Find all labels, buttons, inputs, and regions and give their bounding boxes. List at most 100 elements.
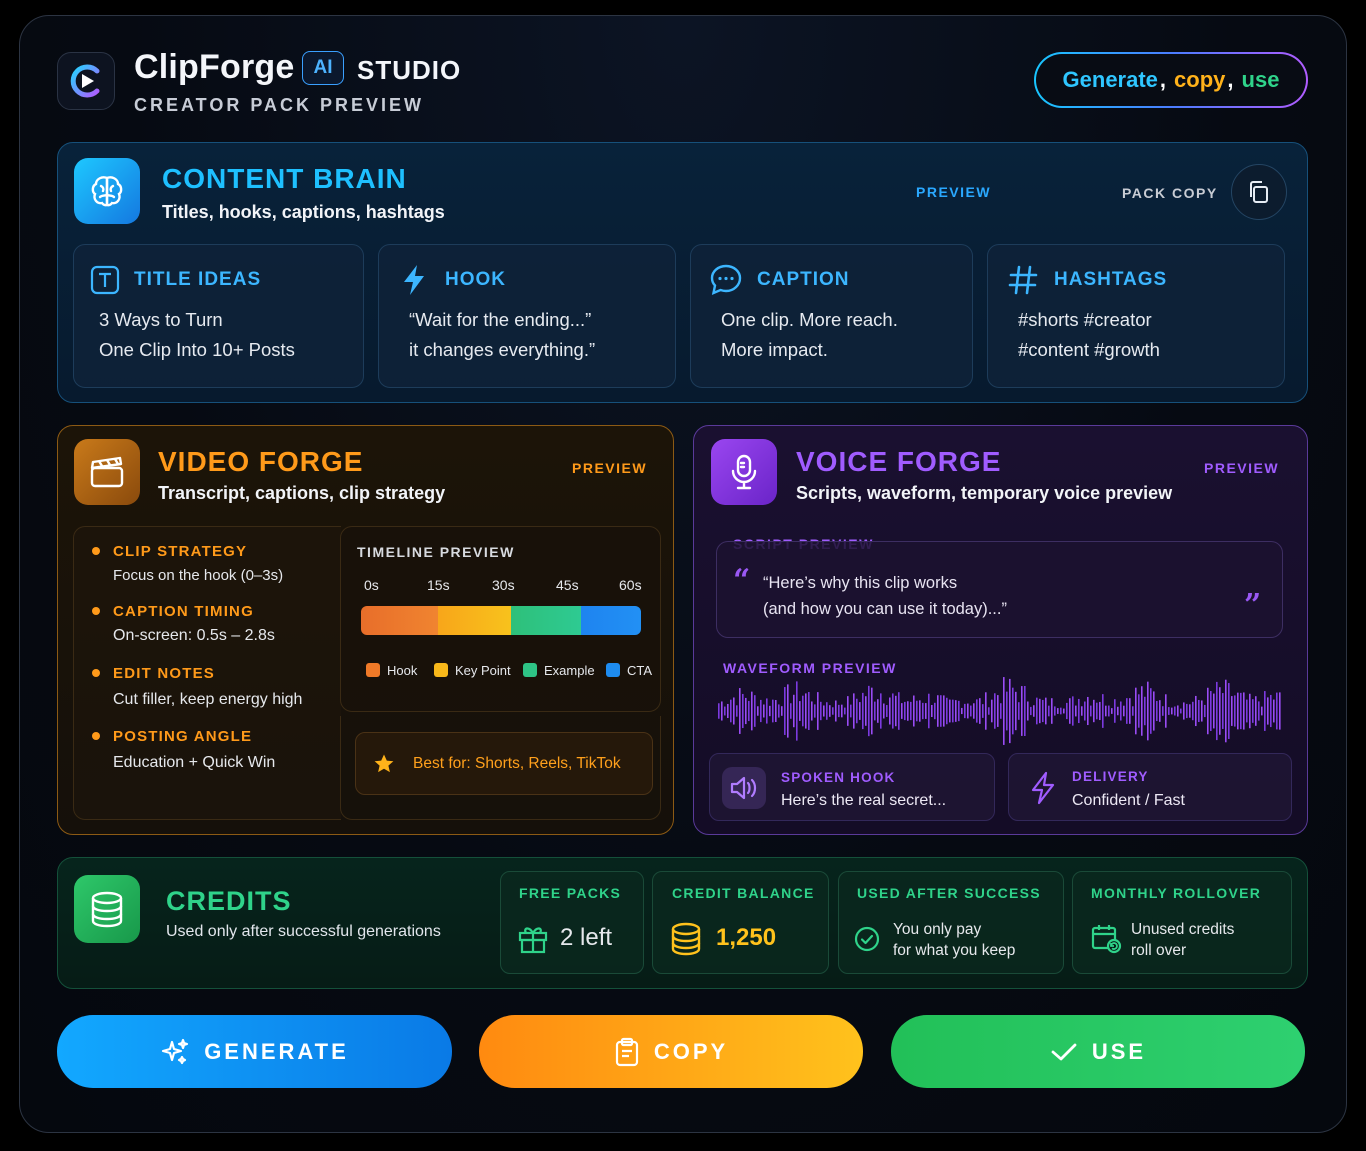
waveform-bar bbox=[949, 699, 951, 723]
waveform-bar bbox=[748, 700, 750, 722]
generate-copy-use-pill[interactable]: Generate, copy, use bbox=[1034, 52, 1308, 108]
waveform-bar bbox=[931, 704, 933, 718]
timeline-preview-label: TIMELINE PREVIEW bbox=[357, 544, 515, 560]
waveform-bar bbox=[1252, 699, 1254, 723]
timeline-segment-example[interactable] bbox=[511, 606, 581, 635]
timeline-tick: 60s bbox=[619, 577, 642, 593]
waveform-bar bbox=[1108, 705, 1110, 717]
waveform-bar bbox=[796, 681, 798, 741]
content-brain-preview-tag: PREVIEW bbox=[916, 184, 992, 200]
card-body: “Wait for the ending...” it changes ever… bbox=[409, 305, 595, 365]
use-button[interactable]: USE bbox=[891, 1015, 1305, 1088]
credit-line: Unused credits bbox=[1131, 921, 1235, 938]
copy-button[interactable]: COPY bbox=[479, 1015, 863, 1088]
card-line: it changes everything.” bbox=[409, 339, 596, 360]
credits-title: CREDITS bbox=[166, 886, 292, 916]
waveform-bar bbox=[1012, 687, 1014, 735]
credits-subtitle: Used only after successful generations bbox=[166, 923, 441, 940]
clapperboard-icon bbox=[74, 439, 140, 505]
waveform-bar bbox=[985, 692, 987, 730]
waveform-bar bbox=[793, 694, 795, 728]
waveform-bar bbox=[1273, 699, 1275, 723]
waveform-bar bbox=[1060, 707, 1062, 715]
waveform-bar bbox=[1015, 691, 1017, 731]
script-preview-text: “Here’s why this clip works (and how you… bbox=[763, 570, 1007, 622]
waveform-bar bbox=[1267, 697, 1269, 725]
open-quote-icon: “ bbox=[733, 563, 751, 598]
pack-copy-button[interactable] bbox=[1231, 164, 1287, 220]
waveform-bar bbox=[1042, 699, 1044, 723]
waveform-bar bbox=[958, 700, 960, 722]
video-forge-title: VIDEO FORGE bbox=[158, 446, 364, 477]
credit-balance-value: 1,250 bbox=[716, 924, 777, 951]
waveform-bar bbox=[1228, 683, 1230, 739]
waveform-bar bbox=[766, 698, 768, 724]
waveform-bar bbox=[1057, 708, 1059, 714]
card-title: HASHTAGS bbox=[1054, 269, 1168, 290]
card-line: #shorts #creator bbox=[1018, 309, 1152, 330]
waveform-bar bbox=[1090, 705, 1092, 717]
waveform-bar bbox=[727, 703, 729, 719]
delivery-card[interactable] bbox=[1008, 753, 1292, 821]
generate-button[interactable]: GENERATE bbox=[57, 1015, 452, 1088]
waveform-bar bbox=[1045, 697, 1047, 725]
waveform-bar bbox=[1126, 698, 1128, 724]
waveform-bar bbox=[1081, 706, 1083, 716]
waveform-bar bbox=[1270, 694, 1272, 728]
waveform-bar bbox=[808, 692, 810, 730]
waveform-bar bbox=[1141, 686, 1143, 736]
used-after-success-title: USED AFTER SUCCESS bbox=[857, 885, 1041, 901]
timeline-tick: 0s bbox=[364, 577, 379, 593]
star-icon bbox=[374, 754, 394, 773]
card-line: More impact. bbox=[721, 339, 828, 360]
waveform-bar bbox=[937, 695, 939, 727]
card-title: TITLE IDEAS bbox=[134, 269, 262, 290]
waveform-bar bbox=[883, 703, 885, 719]
use-label: USE bbox=[1091, 1038, 1147, 1064]
gift-icon bbox=[518, 927, 548, 954]
waveform-visual bbox=[718, 677, 1281, 745]
hook-card[interactable]: HOOK “Wait for the ending...” it changes… bbox=[378, 244, 676, 388]
waveform-bar bbox=[1147, 681, 1149, 741]
copy-label: COPY bbox=[653, 1038, 729, 1064]
waveform-bar bbox=[823, 705, 825, 717]
timeline-segment-cta[interactable] bbox=[581, 606, 641, 635]
waveform-bar bbox=[763, 704, 765, 718]
waveform-bar bbox=[1246, 699, 1248, 723]
waveform-bar bbox=[1156, 700, 1158, 722]
header-subtitle: CREATOR PACK PREVIEW bbox=[134, 95, 425, 115]
waveform-bar bbox=[916, 700, 918, 722]
waveform-bar bbox=[1171, 707, 1173, 715]
card-title: HOOK bbox=[445, 269, 506, 290]
video-forge-subtitle: Transcript, captions, clip strategy bbox=[158, 483, 446, 503]
waveform-bar bbox=[871, 687, 873, 735]
timeline-segment-hook[interactable] bbox=[361, 606, 438, 635]
card-body: One clip. More reach. More impact. bbox=[721, 305, 898, 365]
timeline-tick: 30s bbox=[492, 577, 515, 593]
delivery-text: Confident / Fast bbox=[1072, 792, 1185, 809]
timeline-segment-key-point[interactable] bbox=[438, 606, 511, 635]
waveform-bar bbox=[1009, 678, 1011, 744]
title-icon bbox=[88, 263, 122, 297]
script-line: “Here’s why this clip works bbox=[763, 574, 958, 592]
title-ideas-card[interactable]: TITLE IDEAS 3 Ways to Turn One Clip Into… bbox=[73, 244, 364, 388]
waveform-bar bbox=[724, 706, 726, 716]
used-after-success-text: You only pay for what you keep bbox=[893, 919, 1015, 961]
caption-card[interactable]: CAPTION One clip. More reach. More impac… bbox=[690, 244, 973, 388]
waveform-bar bbox=[973, 703, 975, 719]
close-quote-icon: ” bbox=[1244, 588, 1262, 623]
waveform-bar bbox=[898, 692, 900, 730]
spoken-hook-card[interactable] bbox=[709, 753, 995, 821]
waveform-bar bbox=[817, 692, 819, 730]
voice-forge-preview-tag: PREVIEW bbox=[1204, 460, 1280, 476]
waveform-bar bbox=[1144, 696, 1146, 726]
posting-angle-title: POSTING ANGLE bbox=[113, 728, 253, 745]
brand-title: ClipForge bbox=[134, 48, 295, 86]
waveform-bar bbox=[976, 699, 978, 723]
waveform-bar bbox=[1051, 698, 1053, 724]
hashtags-card[interactable]: HASHTAGS #shorts #creator #content #grow… bbox=[987, 244, 1285, 388]
waveform-bar bbox=[1240, 692, 1242, 730]
waveform-bar bbox=[1120, 701, 1122, 721]
lightning-icon bbox=[397, 263, 431, 297]
content-brain-subtitle: Titles, hooks, captions, hashtags bbox=[162, 202, 445, 222]
